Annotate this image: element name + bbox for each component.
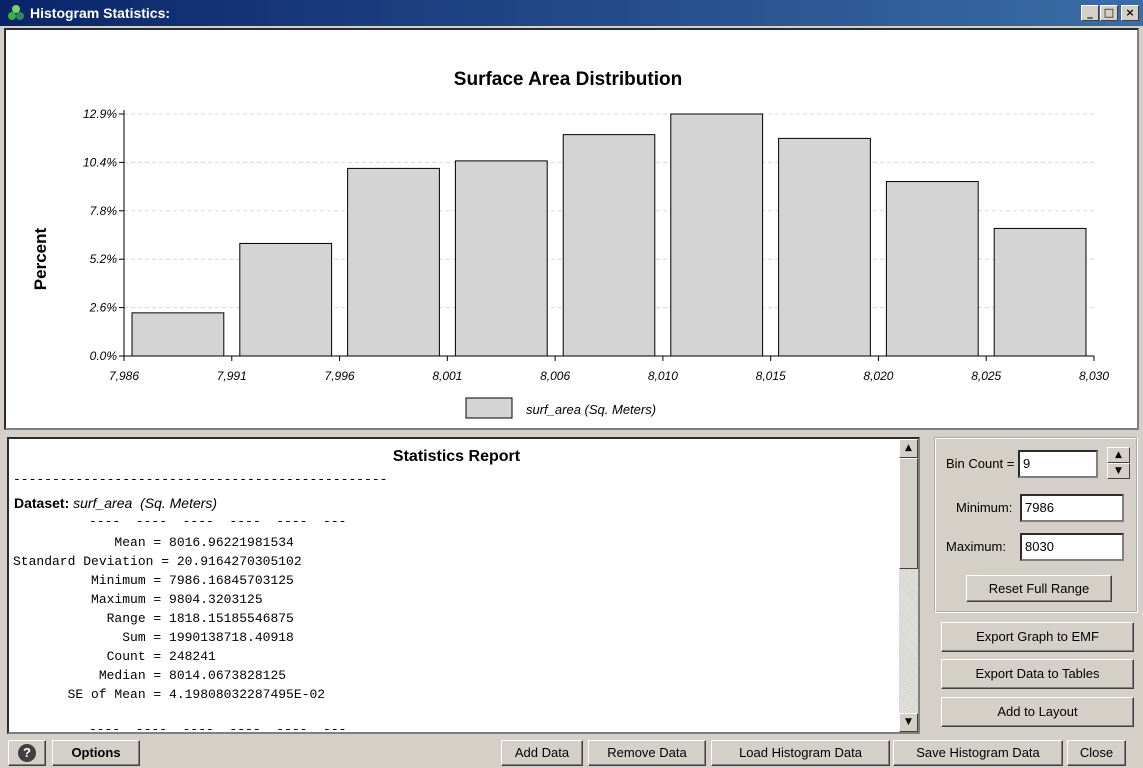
x-tick-label: 7,991 [217, 369, 247, 383]
histogram-bar [239, 242, 333, 357]
reset-full-range-button[interactable]: Reset Full Range [966, 575, 1112, 602]
bin-count-label: Bin Count = [946, 456, 1015, 471]
report-line-se: SE of Mean = 4.19808032287495E-02 [13, 687, 326, 702]
maximum-field[interactable]: 8030 [1020, 533, 1124, 561]
save-histogram-data-button[interactable]: Save Histogram Data [893, 740, 1063, 766]
options-button[interactable]: Options [52, 740, 140, 766]
report-line-max: Maximum = 9804.3203125 [13, 592, 263, 607]
histogram-bar [778, 137, 871, 357]
histogram-bar [454, 160, 548, 357]
bin-count-spinner[interactable]: ▲ ▼ [1107, 447, 1130, 479]
scroll-up-button[interactable]: ▲ [899, 439, 918, 458]
close-window-button[interactable]: × [1121, 5, 1139, 21]
histogram-bar [562, 134, 656, 357]
report-dashes: ---- ---- ---- ---- ---- --- [89, 514, 347, 529]
load-histogram-data-button[interactable]: Load Histogram Data [711, 740, 890, 766]
spin-down-button[interactable]: ▼ [1107, 463, 1130, 479]
report-title: Statistics Report [392, 448, 521, 465]
title-bar: Histogram Statistics: _ □ × [0, 0, 1143, 26]
report-dashes-bottom: ---- ---- ---- ---- ---- --- [89, 722, 347, 734]
legend-label: surf_area (Sq. Meters) [526, 402, 656, 417]
report-separator: ----------------------------------------… [13, 472, 388, 487]
histogram-bar [131, 312, 225, 357]
y-tick-label: 5.2% [90, 252, 118, 266]
y-tick-label: 12.9% [83, 107, 117, 121]
y-tick-label: 2.6% [89, 301, 118, 315]
x-tick-label: 8,015 [756, 369, 786, 383]
histogram-bar [347, 167, 440, 357]
export-data-tables-button[interactable]: Export Data to Tables [941, 659, 1134, 689]
x-tick-label: 7,996 [325, 369, 355, 383]
histogram-bar [885, 181, 979, 357]
chart-panel: Surface Area Distribution Percent 0.0% 2.… [4, 28, 1139, 430]
dataset-name: surf_area (Sq. Meters) [73, 495, 218, 511]
report-scrollbar[interactable]: ▲ ▼ [899, 439, 918, 732]
histogram-bar [670, 113, 764, 357]
chart-title: Surface Area Distribution [454, 69, 682, 90]
dataset-label: Dataset: [14, 495, 70, 511]
x-tick-label: 8,025 [971, 369, 1001, 383]
add-data-button[interactable]: Add Data [501, 740, 583, 766]
scroll-thumb[interactable] [899, 458, 918, 569]
x-tick-label: 7,986 [109, 369, 139, 383]
x-tick-label: 8,030 [1079, 369, 1109, 383]
report-line-median: Median = 8014.0673828125 [13, 668, 287, 683]
report-line-sum: Sum = 1990138718.40918 [13, 630, 294, 645]
maximum-label: Maximum: [946, 539, 1006, 554]
y-tick-label: 7.8% [90, 204, 118, 218]
y-tick-label: 0.0% [90, 349, 118, 363]
report-line-mean: Mean = 8016.96221981534 [13, 535, 294, 550]
window-title: Histogram Statistics: [30, 5, 171, 21]
report-line-range: Range = 1818.15185546875 [13, 611, 294, 626]
histogram-chart: Surface Area Distribution Percent 0.0% 2.… [31, 69, 1109, 419]
minimize-button[interactable]: _ [1081, 5, 1099, 21]
add-to-layout-button[interactable]: Add to Layout [941, 697, 1134, 727]
app-icon [8, 5, 24, 20]
y-tick-label: 10.4% [83, 155, 117, 169]
x-tick-label: 8,010 [648, 369, 678, 383]
scroll-down-button[interactable]: ▼ [899, 713, 918, 732]
range-controls: Bin Count = 9 ▲ ▼ Minimum: 7986 Maximum:… [934, 437, 1138, 613]
spin-up-button[interactable]: ▲ [1107, 447, 1130, 463]
minimum-field[interactable]: 7986 [1020, 494, 1124, 522]
help-button[interactable]: ? [8, 740, 46, 766]
help-icon: ? [18, 744, 36, 762]
x-tick-label: 8,001 [432, 369, 462, 383]
report-line-std: Standard Deviation = 20.9164270305102 [13, 554, 302, 569]
report-line-min: Minimum = 7986.16845703125 [13, 573, 294, 588]
bin-count-field[interactable]: 9 [1018, 450, 1098, 478]
statistics-report: Statistics Report ----------------------… [7, 437, 920, 734]
histogram-bar [993, 227, 1087, 357]
close-button[interactable]: Close [1067, 740, 1126, 766]
export-graph-emf-button[interactable]: Export Graph to EMF [941, 622, 1134, 652]
minimum-label: Minimum: [956, 500, 1013, 515]
x-tick-label: 8,006 [540, 369, 570, 383]
report-line-count: Count = 248241 [13, 649, 216, 664]
y-axis-label: Percent [31, 227, 50, 290]
maximize-button[interactable]: □ [1100, 5, 1118, 21]
x-tick-label: 8,020 [863, 369, 893, 383]
legend-swatch [465, 397, 513, 419]
remove-data-button[interactable]: Remove Data [588, 740, 706, 766]
dataset-line: Dataset: surf_area (Sq. Meters) [14, 495, 217, 511]
